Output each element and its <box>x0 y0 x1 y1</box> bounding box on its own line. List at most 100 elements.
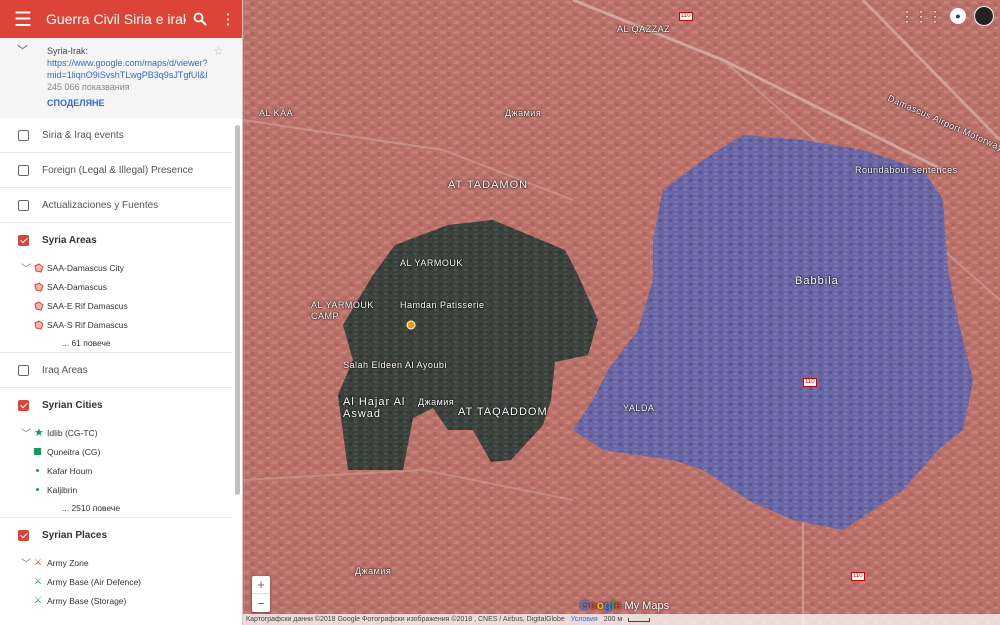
dot-marker-icon <box>34 469 47 472</box>
item-label: Army Base (Air Defence) <box>47 576 141 587</box>
collapse-chevron-icon[interactable]: ﹀ <box>17 45 28 57</box>
zoom-control: + − <box>252 576 270 612</box>
list-item[interactable]: SAA-S Rif Damascus <box>0 315 242 334</box>
rifle-icon: ⚔ <box>34 595 43 605</box>
more-items-link[interactable]: ... 2510 повече <box>0 499 232 518</box>
expand-chevron-icon[interactable]: ﹀ <box>18 425 34 440</box>
search-icon[interactable] <box>186 12 214 26</box>
map-canvas[interactable]: AL QAZZAZ AL KAA AT TADAMON AL YARMOUK A… <box>243 0 1000 625</box>
district-label: YALDA <box>623 403 655 413</box>
list-item[interactable]: ﹀ ★ Idlib (CG-TC) <box>0 423 242 442</box>
map-link-line2[interactable]: mid=1liqnO9iSvshTLwgPB3q9sJTgfUl&ll=3 <box>47 69 207 81</box>
poi-label: Roundabout sentences <box>855 165 958 175</box>
poi-label: Hamdan Patisserie <box>400 300 485 310</box>
layer-checkbox-checked[interactable] <box>18 530 29 541</box>
list-item[interactable]: Quneitra (CG) <box>0 442 242 461</box>
district-label: AL KAA <box>259 108 294 118</box>
layer-label: Actualizaciones y Fuentes <box>42 199 159 211</box>
road-number: 110 <box>851 572 865 581</box>
list-item[interactable]: Kafar Houm <box>0 461 242 480</box>
zoom-in-button[interactable]: + <box>252 576 270 594</box>
logo-letter: o <box>589 598 597 612</box>
apps-grid-icon[interactable]: ⋮⋮⋮ <box>900 8 942 25</box>
attribution-text: Картографски данни ©2018 Google Фотограф… <box>246 616 565 623</box>
district-label: Al Hajar Al Aswad <box>343 396 406 420</box>
share-button[interactable]: СПОДЕЛЯНЕ <box>47 97 234 109</box>
district-label: AT TADAMON <box>448 179 529 191</box>
item-label: Kaljibrin <box>47 484 78 495</box>
road-number: 110 <box>679 12 693 21</box>
expand-chevron-icon[interactable]: ﹀ <box>18 260 34 275</box>
list-item[interactable]: SAA-Damascus <box>0 277 242 296</box>
expand-chevron-icon[interactable]: ﹀ <box>18 555 34 570</box>
list-item[interactable]: ⚔ Army Base (Storage) <box>0 591 242 610</box>
layer-checkbox[interactable] <box>18 364 29 376</box>
layer-label: Foreign (Legal & Illegal) Presence <box>42 164 194 176</box>
street-label: Salah Eldeen Al Ayoubi <box>343 360 447 370</box>
poi-label: Джамия <box>355 566 392 576</box>
layer-actualizaciones[interactable]: Actualizaciones y Fuentes <box>0 188 232 223</box>
layer-label: Siria & Iraq events <box>42 129 124 141</box>
polygon-icon <box>34 281 47 292</box>
item-label: SAA-E Rif Damascus <box>47 300 128 311</box>
avatar[interactable] <box>974 6 994 26</box>
polygon-icon <box>34 319 47 330</box>
poi-label: Джамия <box>418 397 455 407</box>
layer-foreign-presence[interactable]: Foreign (Legal & Illegal) Presence <box>0 153 232 188</box>
list-item[interactable]: Kaljibrin <box>0 480 242 499</box>
road-number: 110 <box>803 378 817 387</box>
polygon-icon <box>34 300 47 311</box>
layer-checkbox-checked[interactable] <box>18 400 29 411</box>
layer-checkbox[interactable] <box>18 199 29 211</box>
map-link-line1[interactable]: https://www.google.com/maps/d/viewer? <box>47 57 207 69</box>
more-options-icon[interactable]: ⋮ <box>214 10 242 28</box>
item-label: Kafar Houm <box>47 465 93 476</box>
square-marker-icon <box>34 448 47 455</box>
star-marker-icon: ★ <box>34 427 44 439</box>
more-items-link[interactable]: ... 61 повече <box>0 334 232 353</box>
view-count: 245 066 показвания <box>47 82 130 92</box>
scale-label: 200 м <box>603 616 623 623</box>
layer-checkbox-checked[interactable] <box>18 235 29 246</box>
hamburger-menu-icon[interactable]: ☰ <box>0 7 46 32</box>
list-item[interactable]: ﹀ ⚔ Army Zone <box>0 553 242 572</box>
layer-syria-areas[interactable]: Syria Areas <box>0 223 232 258</box>
layer-checkbox[interactable] <box>18 129 29 141</box>
star-icon[interactable]: ☆ <box>213 45 224 57</box>
item-label: SAA-Damascus <box>47 281 107 292</box>
sidebar: ☰ Guerra Civil Siria e irak ⋮ ﹀ ☆ Syria-… <box>0 0 243 625</box>
district-label: AL YARMOUK CAMP <box>311 300 374 321</box>
layer-iraq-areas[interactable]: Iraq Areas <box>0 353 232 388</box>
terms-link[interactable]: Условия <box>571 616 598 623</box>
item-label: Army Zone <box>47 557 89 568</box>
district-label: AL QAZZAZ <box>617 24 671 34</box>
item-label: Army Base (Storage) <box>47 595 127 606</box>
layer-label: Syria Areas <box>42 235 97 246</box>
layer-label: Syrian Cities <box>42 400 103 411</box>
layer-checkbox[interactable] <box>18 164 29 176</box>
my-maps-text: My Maps <box>621 600 670 612</box>
list-item[interactable]: ⚔ Army Base (Air Defence) <box>0 572 242 591</box>
district-label: AL YARMOUK <box>400 258 463 268</box>
layer-label: Iraq Areas <box>42 364 88 376</box>
district-label: AT TAQADDOM <box>458 406 548 418</box>
layer-siria-iraq-events[interactable]: Siria & Iraq events <box>0 118 232 153</box>
logo-letter: o <box>596 598 605 612</box>
map-attribution: Картографски данни ©2018 Google Фотограф… <box>243 614 1000 625</box>
layer-label: Syrian Places <box>42 530 108 541</box>
sidebar-scrollbar[interactable] <box>235 125 240 495</box>
rifle-icon: ⚔ <box>34 557 43 567</box>
list-item[interactable]: SAA-E Rif Damascus <box>0 296 242 315</box>
poi-label: Джамия <box>505 108 542 118</box>
zoom-out-button[interactable]: − <box>252 594 270 612</box>
notifications-icon[interactable]: ● <box>950 8 966 24</box>
layer-syrian-places[interactable]: Syrian Places <box>0 518 232 553</box>
app-title: Guerra Civil Siria e irak <box>46 11 186 27</box>
map-name: Syria-Irak: <box>47 46 89 56</box>
google-my-maps-logo: Google My Maps <box>580 598 669 612</box>
list-item[interactable]: ﹀ SAA-Damascus City <box>0 258 242 277</box>
layer-syrian-cities[interactable]: Syrian Cities <box>0 388 232 423</box>
item-label: SAA-S Rif Damascus <box>47 319 128 330</box>
scale-bar <box>628 617 651 622</box>
district-label: Babbila <box>795 275 839 287</box>
